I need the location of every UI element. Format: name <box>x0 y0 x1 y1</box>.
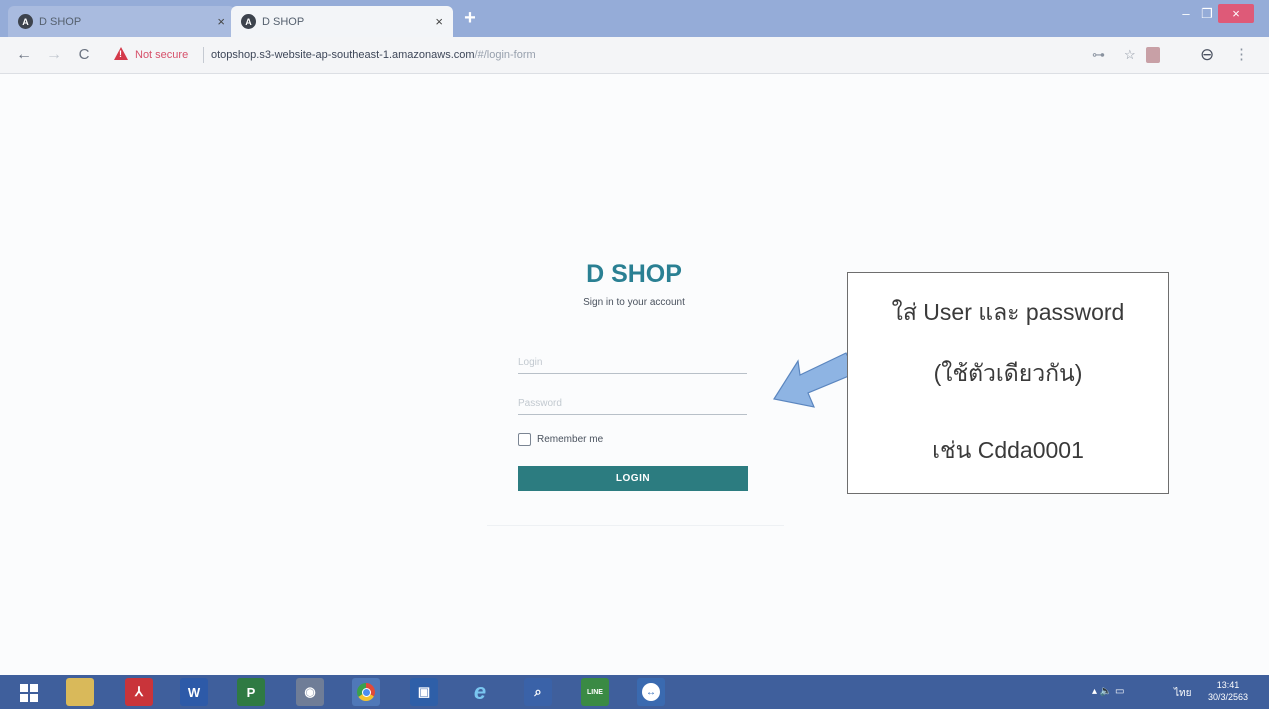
angular-favicon-icon: A <box>241 14 256 29</box>
new-tab-button[interactable]: + <box>458 8 482 30</box>
minimize-button[interactable]: – <box>1176 4 1196 23</box>
tab-dshop-2[interactable]: A D SHOP × <box>231 6 453 37</box>
internet-explorer-icon[interactable]: e <box>466 678 494 706</box>
maximize-button[interactable]: ❐ <box>1196 4 1218 23</box>
browser-menu-icon[interactable]: ⋮ <box>1234 45 1249 63</box>
reload-icon[interactable]: C <box>74 46 94 63</box>
sign-in-subtitle: Sign in to your account <box>583 297 685 308</box>
back-arrow-icon[interactable]: ← <box>14 46 34 64</box>
not-secure-label[interactable]: Not secure <box>135 49 188 61</box>
system-tray-icons[interactable]: ▴ 🔈 ▭ <box>1092 686 1124 697</box>
line-app-label: LINE <box>587 688 603 696</box>
language-indicator[interactable]: ไทย <box>1174 686 1191 701</box>
tab-strip: A D SHOP × A D SHOP × + – ❐ × <box>0 0 1269 37</box>
windows-start-icon[interactable] <box>20 684 38 702</box>
angular-favicon-icon: A <box>18 14 33 29</box>
callout-line-1: ใส่ User และ password <box>891 299 1125 325</box>
store-icon[interactable]: ▣ <box>410 678 438 706</box>
line-app-icon[interactable]: LINE <box>581 678 609 706</box>
camera-icon[interactable]: ◉ <box>296 678 324 706</box>
tab-close-icon[interactable]: × <box>217 14 225 29</box>
key-icon[interactable]: ⊶ <box>1092 47 1105 63</box>
clock-date: 30/3/2563 <box>1208 692 1249 702</box>
teamviewer-icon[interactable]: ↔ <box>637 678 665 706</box>
taskbar-clock[interactable]: 13:41 30/3/2563 <box>1208 679 1248 703</box>
tab-title: D SHOP <box>262 15 305 28</box>
chrome-icon[interactable] <box>352 678 380 706</box>
address-bar[interactable]: otopshop.s3-website-ap-southeast-1.amazo… <box>211 49 536 61</box>
brand-title: D SHOP <box>586 260 682 288</box>
remember-me-label: Remember me <box>537 434 604 445</box>
warning-triangle-icon[interactable] <box>114 47 128 60</box>
taskbar: ⅄ W P ◉ ▣ e ⌕ LINE ↔ ▴ 🔈 ▭ ไทย 13:41 30/… <box>0 675 1269 709</box>
search-icon[interactable]: ⌕ <box>524 678 552 706</box>
tab-dshop-1[interactable]: A D SHOP × <box>8 6 235 37</box>
url-host: otopshop.s3-website-ap-southeast-1.amazo… <box>211 49 475 61</box>
forward-arrow-icon[interactable]: → <box>44 46 64 64</box>
teamviewer-glyph: ↔ <box>642 683 660 701</box>
url-path: /#/login-form <box>474 49 536 61</box>
tab-title: D SHOP <box>39 15 82 28</box>
remember-me-checkbox[interactable] <box>518 433 531 446</box>
panel-divider <box>487 525 784 526</box>
login-button[interactable]: LOGIN <box>518 466 748 491</box>
remember-me[interactable]: Remember me <box>518 433 603 446</box>
project-icon[interactable]: P <box>237 678 265 706</box>
password-input[interactable] <box>518 393 747 415</box>
tab-close-icon[interactable]: × <box>435 14 443 29</box>
callout-line-2: (ใช้ตัวเดียวกัน) <box>933 360 1083 386</box>
account-icon[interactable]: ⊖ <box>1200 45 1214 65</box>
close-window-button[interactable]: × <box>1218 4 1254 23</box>
pdf-extension-icon[interactable] <box>1146 47 1160 63</box>
browser-toolbar: ← → C Not secure otopshop.s3-website-ap-… <box>0 37 1269 74</box>
acrobat-icon[interactable]: ⅄ <box>125 678 153 706</box>
word-icon[interactable]: W <box>180 678 208 706</box>
login-input[interactable] <box>518 352 747 374</box>
callout-line-3: เช่น Cdda0001 <box>932 437 1084 463</box>
file-explorer-icon[interactable] <box>66 678 94 706</box>
instruction-callout: ใส่ User และ password (ใช้ตัวเดียวกัน) เ… <box>847 272 1169 494</box>
bookmark-star-icon[interactable]: ☆ <box>1124 47 1136 63</box>
url-separator <box>203 47 204 63</box>
clock-time: 13:41 <box>1216 680 1240 690</box>
